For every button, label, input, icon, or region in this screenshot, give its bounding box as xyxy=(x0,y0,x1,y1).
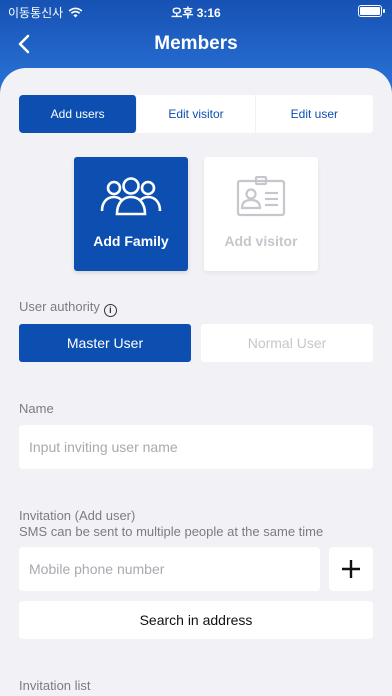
tab-edit-visitor[interactable]: Edit visitor xyxy=(137,95,256,133)
add-phone-button[interactable] xyxy=(329,547,373,591)
battery-icon xyxy=(358,5,385,17)
invitation-description: SMS can be sent to multiple people at th… xyxy=(19,524,324,539)
invitation-label: Invitation (Add user) xyxy=(19,508,136,523)
master-user-button[interactable]: Master User xyxy=(19,324,191,362)
phone-input[interactable]: Mobile phone number xyxy=(19,547,320,591)
info-icon[interactable]: i xyxy=(103,304,117,317)
status-time: 오후 3:16 xyxy=(171,6,221,20)
page-title: Members xyxy=(154,33,238,54)
name-label: Name xyxy=(19,401,54,416)
family-icon xyxy=(99,175,163,219)
main-content: Add users Edit visitor Edit user Add Fam… xyxy=(0,68,392,696)
name-input[interactable]: Input inviting user name xyxy=(19,425,373,469)
tab-bar: Add users Edit visitor Edit user xyxy=(19,95,373,133)
plus-icon xyxy=(342,560,360,578)
search-address-button[interactable]: Search in address xyxy=(19,601,373,639)
add-visitor-label: Add visitor xyxy=(224,233,298,249)
user-authority-heading: User authority i xyxy=(19,299,117,317)
invitation-list-label: Invitation list xyxy=(19,678,91,693)
status-bar: 이동통신사 오후 3:16 xyxy=(0,0,392,22)
add-visitor-card[interactable]: Add visitor xyxy=(204,157,318,271)
tab-edit-user[interactable]: Edit user xyxy=(256,95,373,133)
tab-add-users[interactable]: Add users xyxy=(19,95,138,133)
visitor-badge-icon xyxy=(229,175,293,219)
normal-user-button[interactable]: Normal User xyxy=(201,324,373,362)
user-authority-label: User authority xyxy=(19,299,100,314)
add-family-card[interactable]: Add Family xyxy=(74,157,188,271)
add-family-label: Add Family xyxy=(93,233,169,249)
